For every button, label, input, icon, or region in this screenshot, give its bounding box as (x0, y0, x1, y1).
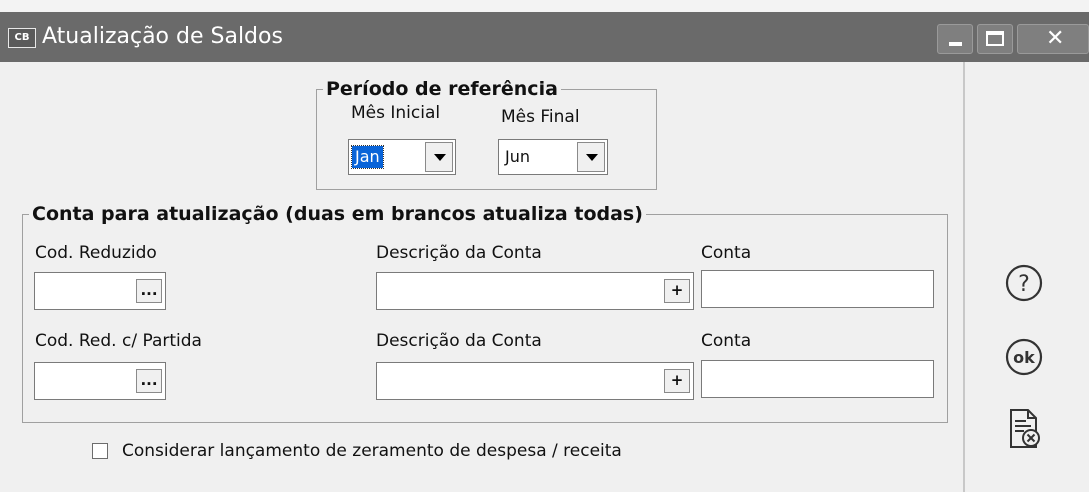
conta-input-2[interactable] (706, 367, 868, 391)
chevron-down-icon[interactable] (577, 142, 605, 172)
mes-inicial-value: Jan (351, 145, 384, 169)
mes-inicial-select[interactable]: Jan (348, 139, 456, 175)
cod-reduzido-field[interactable]: ... (34, 272, 166, 310)
periodo-legend: Período de referência (326, 78, 558, 100)
minimize-button[interactable] (937, 24, 973, 54)
close-button[interactable]: ✕ (1017, 24, 1089, 54)
window-title: Atualização de Saldos (42, 24, 283, 49)
title-bar[interactable]: CB Atualização de Saldos ✕ (0, 12, 1089, 62)
maximize-button[interactable] (977, 24, 1013, 54)
help-icon[interactable]: ? (1002, 261, 1046, 305)
descricao-conta-input-1[interactable] (381, 279, 603, 303)
document-cancel-icon[interactable] (1002, 407, 1046, 451)
descricao-conta-field-2[interactable]: + (376, 362, 694, 400)
plus-icon[interactable]: + (664, 279, 690, 303)
action-panel: ? ok (963, 62, 1089, 492)
ellipsis-icon[interactable]: ... (136, 369, 162, 393)
cod-reduzido-input[interactable] (39, 279, 130, 303)
conta-legend: Conta para atualização (duas em brancos … (32, 203, 643, 225)
conta-input-1[interactable] (706, 277, 868, 301)
ellipsis-icon[interactable]: ... (136, 279, 162, 303)
mes-final-label: Mês Final (501, 107, 580, 127)
mes-final-value: Jun (505, 147, 530, 166)
cod-red-partida-field[interactable]: ... (34, 362, 166, 400)
descricao-conta-field-1[interactable]: + (376, 272, 694, 310)
minimize-icon (949, 42, 962, 46)
app-badge-icon: CB (8, 28, 36, 48)
plus-icon[interactable]: + (664, 369, 690, 393)
mes-inicial-label: Mês Inicial (351, 103, 441, 123)
cod-reduzido-label: Cod. Reduzido (35, 243, 157, 263)
conta-label-2: Conta (701, 331, 752, 351)
svg-text:ok: ok (1013, 348, 1035, 367)
dialog-window: CB Atualização de Saldos ✕ Período de re… (0, 0, 1089, 492)
zeramento-checkbox[interactable] (92, 443, 108, 459)
descricao-conta-label-2: Descrição da Conta (376, 331, 542, 351)
chevron-down-icon[interactable] (425, 142, 453, 172)
descricao-conta-input-2[interactable] (381, 369, 603, 393)
conta-label-1: Conta (701, 243, 752, 263)
conta-field-2[interactable] (701, 360, 934, 398)
mes-final-select[interactable]: Jun (498, 139, 608, 175)
svg-text:?: ? (1018, 272, 1030, 297)
descricao-conta-label-1: Descrição da Conta (376, 243, 542, 263)
maximize-icon (986, 31, 1004, 46)
cod-red-partida-input[interactable] (39, 369, 130, 393)
cod-red-partida-label: Cod. Red. c/ Partida (35, 331, 202, 351)
close-icon: ✕ (1046, 26, 1065, 51)
conta-field-1[interactable] (701, 270, 934, 308)
top-strip (0, 0, 1089, 12)
zeramento-label: Considerar lançamento de zeramento de de… (122, 441, 622, 461)
ok-icon[interactable]: ok (1002, 335, 1046, 379)
